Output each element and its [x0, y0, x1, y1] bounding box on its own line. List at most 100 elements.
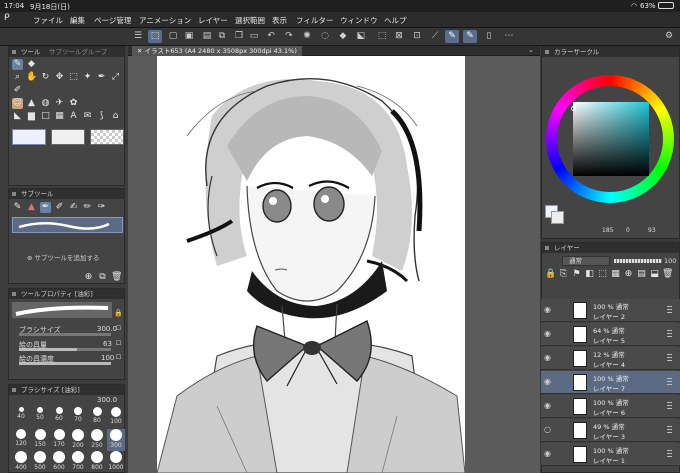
- move-tool-icon[interactable]: ✥: [54, 72, 65, 83]
- new-file-icon[interactable]: ▢: [166, 30, 180, 43]
- undo-icon[interactable]: ↶: [264, 30, 278, 43]
- brushsize-option[interactable]: 50: [31, 407, 49, 429]
- add-subtool-button[interactable]: ⊕ サブツールを追加する: [27, 252, 100, 262]
- wand-tool-icon[interactable]: ✦: [82, 72, 93, 83]
- paint-density-slider[interactable]: [19, 362, 111, 365]
- brushsize-option[interactable]: 800: [88, 451, 106, 473]
- subtool-paint-icon[interactable]: ▲: [26, 202, 37, 213]
- hand-tool-icon[interactable]: ✋: [26, 72, 37, 83]
- pencil-tool-icon[interactable]: ✐: [12, 85, 23, 96]
- brushsize-option[interactable]: 500: [31, 451, 49, 473]
- airbrush-tool-icon[interactable]: ✈: [54, 98, 65, 109]
- paint-amount-slider[interactable]: [19, 348, 111, 351]
- subtool-brush-icon[interactable]: ✒: [40, 202, 51, 213]
- layer-row[interactable]: ◉ 100 % 通常 レイヤー 7: [541, 371, 680, 394]
- blend-tool-icon[interactable]: ◍: [40, 98, 51, 109]
- eraser-alt-tool-icon[interactable]: ⌂: [110, 111, 121, 122]
- layer-color-icon[interactable]: ▦: [610, 269, 621, 280]
- brushsize-option[interactable]: 120: [12, 429, 30, 451]
- balloon-tool-icon[interactable]: ✉: [82, 111, 93, 122]
- eye-icon[interactable]: ◉: [543, 329, 552, 338]
- figure-tool-icon[interactable]: ☺: [12, 98, 23, 109]
- eye-icon[interactable]: ◉: [543, 353, 552, 362]
- brushsize-option[interactable]: 400: [12, 451, 30, 473]
- brushsize-option[interactable]: 150: [31, 429, 49, 451]
- layer-clip-icon[interactable]: ⎘: [558, 269, 569, 280]
- brushsize-option[interactable]: 250: [88, 429, 106, 451]
- ruler-icon[interactable]: ⟋: [428, 30, 442, 43]
- text-tool-icon[interactable]: A: [68, 111, 79, 122]
- pen-snap-icon[interactable]: ✎: [445, 30, 459, 43]
- save-icon[interactable]: ▤: [200, 30, 214, 43]
- blend-mode-select[interactable]: 通常: [562, 256, 610, 266]
- paint-density-lock-icon[interactable]: ☐: [113, 352, 124, 363]
- copy-icon[interactable]: ⧉: [215, 30, 229, 43]
- crop-icon[interactable]: ⊡: [410, 30, 424, 43]
- menu-file[interactable]: ファイル: [33, 15, 63, 26]
- subtool-marker-icon[interactable]: ✑: [96, 202, 107, 213]
- layer-opacity-value[interactable]: 100: [664, 257, 676, 265]
- canvas-paper[interactable]: [157, 56, 465, 473]
- transparent-swatch[interactable]: [90, 129, 124, 145]
- color-picker-cursor[interactable]: [571, 106, 576, 111]
- saturation-square[interactable]: [573, 102, 649, 176]
- brushsize-option[interactable]: 170: [50, 429, 68, 451]
- brushsize-option[interactable]: 70: [69, 407, 87, 429]
- eye-icon[interactable]: ◉: [543, 401, 552, 410]
- move-view-icon[interactable]: ⬚: [148, 30, 162, 43]
- deselect-icon[interactable]: ⬚: [375, 30, 389, 43]
- layer-mask-icon[interactable]: ◧: [584, 269, 595, 280]
- layer-menu-icon[interactable]: [667, 306, 672, 313]
- brushsize-option[interactable]: 600: [50, 451, 68, 473]
- rotate-tool-icon[interactable]: ↻: [40, 72, 51, 83]
- hamburger-icon[interactable]: ☰: [131, 30, 145, 43]
- eye-icon[interactable]: ○: [543, 425, 552, 434]
- settings-icon[interactable]: ⚙: [662, 30, 676, 43]
- menu-filter[interactable]: フィルター: [296, 15, 333, 26]
- subtool-copy-icon[interactable]: ⧉: [97, 272, 108, 283]
- brushsize-option[interactable]: 200: [69, 429, 87, 451]
- layer-draft-icon[interactable]: ⬚: [597, 269, 608, 280]
- bucket-tool-icon[interactable]: ◣: [12, 111, 23, 122]
- eraser-tool-icon[interactable]: ◆: [26, 59, 37, 70]
- menu-view[interactable]: 表示: [272, 15, 287, 26]
- menu-selection[interactable]: 選択範囲: [235, 15, 265, 26]
- main-color-swatch[interactable]: [12, 129, 46, 145]
- loading-icon[interactable]: ✺: [300, 30, 314, 43]
- layer-row[interactable]: ◉ 100 % 通常 レイヤー 2: [541, 299, 680, 322]
- lock-icon[interactable]: 🔒: [113, 308, 124, 319]
- prop-row-paint-amount-value[interactable]: 63: [103, 340, 112, 348]
- layer-menu-icon[interactable]: [667, 402, 672, 409]
- layer-row[interactable]: ◉ 64 % 通常 レイヤー 5: [541, 323, 680, 346]
- layer-delete-icon[interactable]: 🗑: [662, 269, 673, 280]
- opacity-slider[interactable]: [614, 259, 662, 263]
- brushsize-option[interactable]: 300: [107, 429, 125, 451]
- clear-icon[interactable]: ◌: [318, 30, 332, 43]
- eye-icon[interactable]: ◉: [543, 377, 552, 386]
- subtool-delete-icon[interactable]: 🗑: [111, 272, 122, 283]
- brushsize-slider[interactable]: [19, 333, 111, 336]
- layer-row[interactable]: ◉ 100 % 通常 レイヤー 6: [541, 395, 680, 418]
- layer-ref-icon[interactable]: ⚑: [571, 269, 582, 280]
- chevron-down-icon[interactable]: ⌄: [528, 46, 534, 54]
- subtool-blur-icon[interactable]: ✍: [68, 202, 79, 213]
- subtool-eraser-icon[interactable]: ✐: [54, 202, 65, 213]
- brushsize-option[interactable]: 700: [69, 451, 87, 473]
- eye-icon[interactable]: ◉: [543, 305, 552, 314]
- menu-edit[interactable]: 編集: [70, 15, 85, 26]
- frame-tool-icon[interactable]: ▦: [54, 111, 65, 122]
- layer-menu-icon[interactable]: [667, 450, 672, 457]
- brushsize-option[interactable]: 100: [107, 407, 125, 429]
- layer-row[interactable]: ◉ 12 % 通常 レイヤー 4: [541, 347, 680, 370]
- brushsize-option[interactable]: 80: [88, 407, 106, 429]
- menu-animation[interactable]: アニメーション: [139, 15, 191, 26]
- menu-layer[interactable]: レイヤー: [198, 15, 228, 26]
- layer-lock-icon[interactable]: 🔒: [545, 269, 556, 280]
- select-tool-icon[interactable]: ⬚: [68, 72, 79, 83]
- layer-menu-icon[interactable]: [667, 354, 672, 361]
- subtool-new-icon[interactable]: ⊕: [83, 272, 94, 283]
- layer-merge-icon[interactable]: ⬓: [649, 269, 660, 280]
- layer-row[interactable]: ○ 49 % 通常 レイヤー 3: [541, 419, 680, 442]
- layer-menu-icon[interactable]: [667, 378, 672, 385]
- sub-color-chip[interactable]: [551, 211, 564, 224]
